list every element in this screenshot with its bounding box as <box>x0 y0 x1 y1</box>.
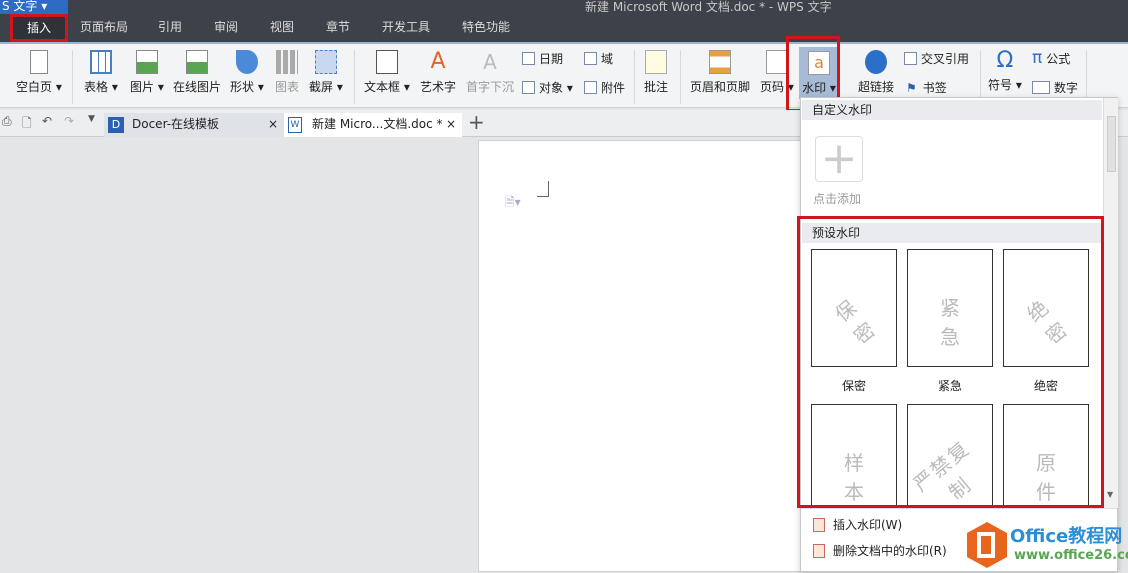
add-watermark-button[interactable]: + <box>815 136 863 182</box>
page-number-icon <box>765 50 788 74</box>
field-icon <box>584 52 597 65</box>
tab-developer[interactable]: 开发工具 <box>382 16 430 42</box>
header-footer-icon <box>709 50 731 74</box>
margin-corner-mark <box>537 181 549 197</box>
comment-button[interactable]: 批注 <box>644 50 668 95</box>
scroll-down-icon[interactable]: ▼ <box>1107 490 1113 499</box>
close-icon[interactable]: × <box>446 113 456 135</box>
shape-button[interactable]: 形状 ▾ <box>230 50 264 95</box>
title-bar: S 文字 ▾ 新建 Microsoft Word 文档.doc * - WPS … <box>0 0 1128 16</box>
remove-watermark-icon <box>813 544 825 558</box>
picture-icon <box>135 50 158 74</box>
cross-reference-icon <box>904 52 917 65</box>
add-watermark-label: 点击添加 <box>813 192 862 206</box>
bookmark-button[interactable]: ⚑ 书签 <box>906 79 947 96</box>
omega-icon: Ω <box>996 48 1014 73</box>
paste-options-icon[interactable]: 🗎▾ <box>505 193 521 214</box>
object-icon <box>522 81 535 94</box>
attachment-button[interactable]: 附件 <box>584 79 625 96</box>
shape-icon <box>235 50 258 74</box>
dropcap-icon: A <box>483 50 497 74</box>
date-button[interactable]: 日期 <box>522 50 563 67</box>
hyperlink-button[interactable]: 超链接 <box>858 50 894 95</box>
insert-watermark-icon <box>813 518 825 532</box>
plus-icon: + <box>820 133 858 184</box>
window-title: 新建 Microsoft Word 文档.doc * - WPS 文字 <box>585 0 832 14</box>
document-page[interactable]: 🗎▾ <box>478 140 808 572</box>
docer-icon: D <box>108 117 124 133</box>
calendar-icon <box>522 52 535 65</box>
object-button[interactable]: 对象 ▾ <box>522 79 573 96</box>
number-button[interactable]: 数字 <box>1032 79 1078 96</box>
wordart-icon: A <box>430 49 446 74</box>
tab-chapter[interactable]: 章节 <box>326 16 350 42</box>
office26-logo: Office教程网 www.office26.com <box>964 520 1128 570</box>
pi-icon: π <box>1032 48 1043 68</box>
app-menu-button[interactable]: S 文字 ▾ <box>0 0 68 14</box>
blank-page-button[interactable]: 空白页 ▾ <box>16 50 62 95</box>
preview-icon[interactable]: 🗋 <box>22 114 32 135</box>
chart-icon <box>276 50 298 74</box>
number-icon <box>1032 81 1050 94</box>
dropdown-icon[interactable]: ▼ <box>88 114 95 124</box>
screenshot-icon <box>314 50 337 74</box>
undo-icon[interactable]: ↶ <box>42 114 52 128</box>
tab-view[interactable]: 视图 <box>270 16 294 42</box>
insert-watermark-item[interactable]: 插入水印(W) <box>813 516 902 533</box>
online-picture-icon <box>186 50 208 74</box>
office-logo-icon <box>967 522 1007 568</box>
formula-button[interactable]: π 公式 <box>1032 48 1070 68</box>
redo-icon[interactable]: ↷ <box>64 114 74 128</box>
picture-button[interactable]: 图片 ▾ <box>130 50 164 95</box>
globe-icon <box>865 50 887 74</box>
remove-watermark-item[interactable]: 删除文档中的水印(R) <box>813 542 947 559</box>
cross-reference-button[interactable]: 交叉引用 <box>904 50 969 67</box>
symbol-button[interactable]: Ω 符号 ▾ <box>988 48 1022 93</box>
dropcap-button[interactable]: A 首字下沉 <box>466 50 514 95</box>
tab-review[interactable]: 审阅 <box>214 16 238 42</box>
tab-page-layout[interactable]: 页面布局 <box>80 16 128 42</box>
screenshot-button[interactable]: 截屏 ▾ <box>309 50 343 95</box>
tab-docer[interactable]: D Docer-在线模板 × <box>104 113 284 137</box>
chart-button[interactable]: 图表 <box>275 50 299 95</box>
custom-watermark-header: 自定义水印 <box>802 100 1102 120</box>
flag-icon: ⚑ <box>906 81 917 95</box>
comment-icon <box>645 50 667 74</box>
print-icon[interactable]: ⎙ <box>2 114 12 129</box>
close-icon[interactable]: × <box>268 113 278 135</box>
tab-references[interactable]: 引用 <box>158 16 182 42</box>
field-button[interactable]: 域 <box>584 50 613 67</box>
preset-highlight <box>797 216 1104 508</box>
textbox-button[interactable]: 文本框 ▾ <box>364 50 410 95</box>
new-tab-button[interactable]: + <box>468 110 485 134</box>
table-icon <box>89 50 112 74</box>
wordart-button[interactable]: A 艺术字 <box>420 50 456 95</box>
table-button[interactable]: 表格 ▾ <box>84 50 118 95</box>
tab-document[interactable]: W 新建 Micro...文档.doc * × <box>284 113 462 137</box>
tab-insert[interactable]: 插入 <box>10 14 68 42</box>
tab-special[interactable]: 特色功能 <box>462 16 510 42</box>
online-picture-button[interactable]: 在线图片 <box>173 50 221 95</box>
textbox-icon <box>375 50 398 74</box>
page-icon <box>29 50 48 74</box>
attachment-icon <box>584 81 597 94</box>
word-doc-icon: W <box>288 117 302 133</box>
scrollbar[interactable]: ▼ <box>1103 98 1118 508</box>
header-footer-button[interactable]: 页眉和页脚 <box>690 50 750 95</box>
